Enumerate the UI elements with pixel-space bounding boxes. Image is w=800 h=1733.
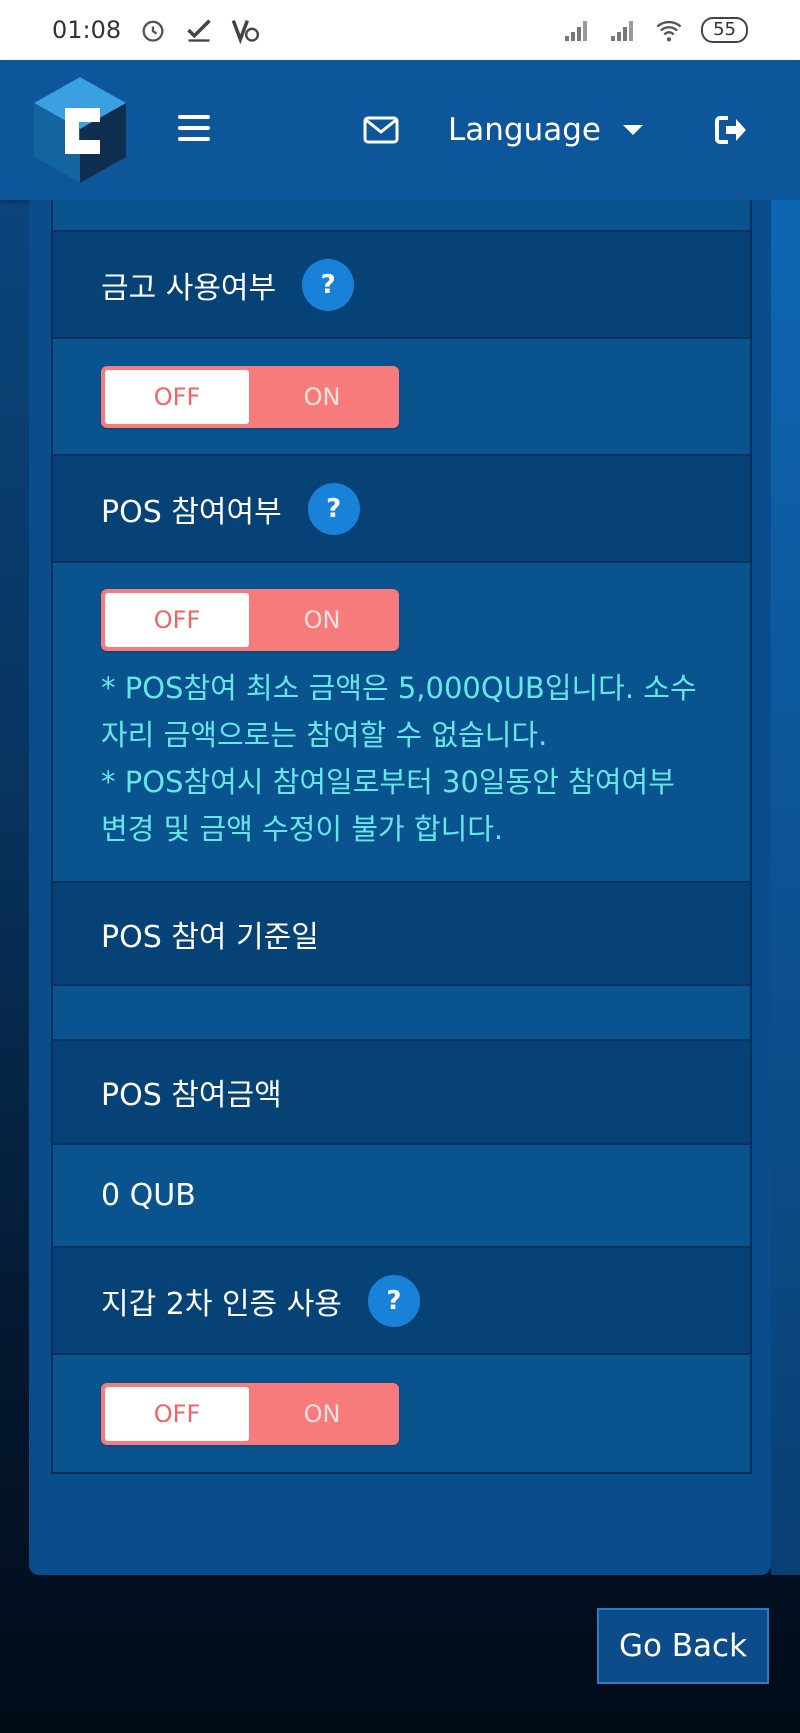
pos-amount-label: POS 참여금액 [101,1078,282,1113]
vault-toggle-on[interactable]: ON [249,370,395,424]
pos-amount-row: POS 참여금액 [53,1041,750,1145]
language-dropdown[interactable]: Language [448,108,643,152]
wallet-2fa-label: 지갑 2차 인증 사용 [101,1286,342,1322]
wallet-2fa-row: 지갑 2차 인증 사용 ? [53,1248,750,1355]
caret-down-icon [623,125,643,135]
go-back-button[interactable]: Go Back [597,1608,769,1684]
vault-toggle-row: OFF ON [53,339,750,456]
scroll-edge [771,200,800,1575]
pos-label: POS 참여여부 [101,494,282,530]
pos-toggle-off[interactable]: OFF [105,593,249,647]
status-left: 01:08 [52,16,260,44]
status-time: 01:08 [52,16,122,44]
wallet-2fa-toggle[interactable]: OFF ON [101,1382,399,1445]
pos-toggle-on[interactable]: ON [249,593,395,647]
pos-note-1: * POS참여 최소 금액은 5,000QUB입니다. 소수자리 금액으로는 참… [101,671,697,752]
pos-amount-value-row: 0 QUB [53,1145,750,1248]
pos-base-date-row: POS 참여 기준일 [53,883,750,986]
signal-icon-2 [611,21,634,41]
pos-amount-value: 0 QUB [101,1178,196,1213]
battery-indicator: 55 [701,17,748,43]
pos-base-date-value-row [53,986,750,1041]
vault-toggle[interactable]: OFF ON [101,365,399,428]
pos-toggle[interactable]: OFF ON [101,589,399,651]
pos-base-date-label: POS 참여 기준일 [101,919,319,955]
vault-toggle-off[interactable]: OFF [105,369,249,424]
mail-icon[interactable] [363,116,399,144]
alarm-icon [142,20,164,42]
app-header: Language [0,60,800,200]
vault-help-icon[interactable]: ? [302,258,355,311]
pos-row: POS 참여여부 ? [53,456,750,563]
wallet-2fa-toggle-row: OFF ON [53,1355,750,1472]
check-icon [187,19,211,42]
status-right: 55 [563,16,748,44]
pos-help-icon[interactable]: ? [307,482,360,535]
wallet-2fa-help-icon[interactable]: ? [367,1274,420,1327]
menu-icon[interactable] [178,115,210,143]
app-logo[interactable] [30,75,130,185]
volte-icon [231,20,260,44]
pos-note-2: * POS참여시 참여일로부터 30일동안 참여여부 변경 및 금액 수정이 불… [101,765,675,846]
wallet-2fa-toggle-off[interactable]: OFF [105,1386,249,1441]
signal-icon-1 [565,21,588,41]
status-bar: 01:08 55 [0,0,800,60]
logout-icon[interactable] [714,114,748,146]
language-label: Language [448,112,601,148]
wallet-2fa-toggle-on[interactable]: ON [249,1387,395,1441]
pos-toggle-row: OFF ON * POS참여 최소 금액은 5,000QUB입니다. 소수자리 … [53,563,750,883]
settings-row-top [53,200,750,232]
vault-row: 금고 사용여부 ? [53,232,750,339]
vault-label: 금고 사용여부 [101,270,277,306]
settings-table: 금고 사용여부 ? OFF ON POS 참여여부 ? OFF ON * POS… [51,200,752,1474]
wifi-icon [656,20,682,42]
